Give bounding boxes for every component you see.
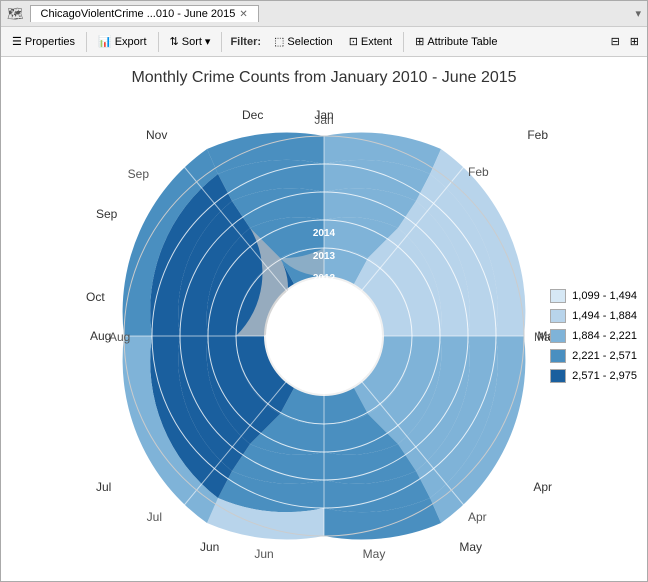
month-label-aug: Aug: [109, 330, 130, 344]
month-label-apr: Apr: [468, 510, 487, 524]
sort-icon: ⇅: [170, 35, 179, 48]
month-label-feb: Feb: [468, 165, 489, 179]
app-icon: 🗺: [7, 6, 24, 22]
main-window: 🗺 ChicagoViolentCrime ...010 - June 2015…: [0, 0, 648, 582]
legend-label-4: 2,221 - 2,571: [572, 350, 637, 362]
selection-button[interactable]: ⬚ Selection: [267, 32, 340, 51]
legend-item-4: 2,221 - 2,571: [550, 349, 637, 363]
filter-label: Filter:: [226, 36, 265, 48]
year-label-2014: 2014: [313, 228, 336, 239]
attribute-table-label: Attribute Table: [427, 36, 497, 48]
chart-content: Monthly Crime Counts from January 2010 -…: [1, 57, 647, 581]
title-bar: 🗺 ChicagoViolentCrime ...010 - June 2015…: [1, 1, 647, 27]
extent-icon: ⊡: [349, 35, 358, 48]
table-icon: ⊞: [415, 35, 424, 48]
config-button[interactable]: ⊟: [607, 32, 624, 51]
attribute-table-button[interactable]: ⊞ Attribute Table: [408, 32, 504, 51]
properties-icon: ☰: [12, 35, 22, 48]
polar-chart-svg: 2010 2011 2012 2013 2014 Jan Feb Mar Apr…: [94, 106, 554, 566]
month-label-jan: Jan: [314, 113, 333, 127]
legend-swatch-2: [550, 309, 566, 323]
extent-label: Extent: [361, 36, 392, 48]
title-bar-left: 🗺 ChicagoViolentCrime ...010 - June 2015…: [7, 5, 259, 22]
toolbar-sep-1: [86, 32, 87, 52]
export-label: Export: [115, 36, 147, 48]
toolbar-sep-2: [158, 32, 159, 52]
year-label-2013: 2013: [313, 251, 336, 262]
center-circle: [266, 278, 382, 394]
legend-item-3: 1,884 - 2,221: [550, 329, 637, 343]
month-label-sep: Sep: [128, 167, 150, 181]
legend-swatch-5: [550, 369, 566, 383]
sort-dropdown-icon: ▾: [205, 35, 211, 48]
properties-button[interactable]: ☰ Properties: [5, 32, 82, 51]
extent-button[interactable]: ⊡ Extent: [342, 32, 399, 51]
chart-area: 2010 2011 2012 2013 2014 Jan Feb Mar Apr…: [1, 91, 647, 581]
tab-close-button[interactable]: ✕: [239, 9, 247, 20]
export-icon: 📊: [98, 35, 112, 48]
active-tab[interactable]: ChicagoViolentCrime ...010 - June 2015 ✕: [30, 5, 259, 22]
grid-button[interactable]: ⊞: [626, 32, 643, 51]
legend-swatch-4: [550, 349, 566, 363]
month-label-jun: Jun: [254, 547, 273, 561]
toolbar-right: ⊟ ⊞: [607, 32, 643, 51]
sort-button[interactable]: ⇅ Sort ▾: [163, 32, 218, 51]
sort-label: Sort: [182, 36, 202, 48]
legend-swatch-3: [550, 329, 566, 343]
selection-label: Selection: [287, 36, 332, 48]
selection-icon: ⬚: [274, 35, 284, 48]
toolbar-sep-4: [403, 32, 404, 52]
window-controls: ▾: [635, 7, 641, 20]
legend-swatch-1: [550, 289, 566, 303]
legend-label-1: 1,099 - 1,494: [572, 290, 637, 302]
tab-label: ChicagoViolentCrime ...010 - June 2015: [41, 8, 236, 20]
month-label-jul: Jul: [147, 510, 162, 524]
legend-label-5: 2,571 - 2,975: [572, 370, 637, 382]
toolbar-sep-3: [221, 32, 222, 52]
toolbar: ☰ Properties 📊 Export ⇅ Sort ▾ Filter: ⬚…: [1, 27, 647, 57]
legend-label-3: 1,884 - 2,221: [572, 330, 637, 342]
legend: 1,099 - 1,494 1,494 - 1,884 1,884 - 2,22…: [550, 289, 637, 383]
export-button[interactable]: 📊 Export: [91, 32, 154, 51]
properties-label: Properties: [25, 36, 75, 48]
polar-chart-container: 2010 2011 2012 2013 2014 Jan Feb Mar Apr…: [94, 106, 554, 566]
legend-item-2: 1,494 - 1,884: [550, 309, 637, 323]
legend-label-2: 1,494 - 1,884: [572, 310, 637, 322]
month-label-may: May: [363, 547, 386, 561]
legend-item-5: 2,571 - 2,975: [550, 369, 637, 383]
chart-title: Monthly Crime Counts from January 2010 -…: [131, 69, 516, 87]
legend-item-1: 1,099 - 1,494: [550, 289, 637, 303]
